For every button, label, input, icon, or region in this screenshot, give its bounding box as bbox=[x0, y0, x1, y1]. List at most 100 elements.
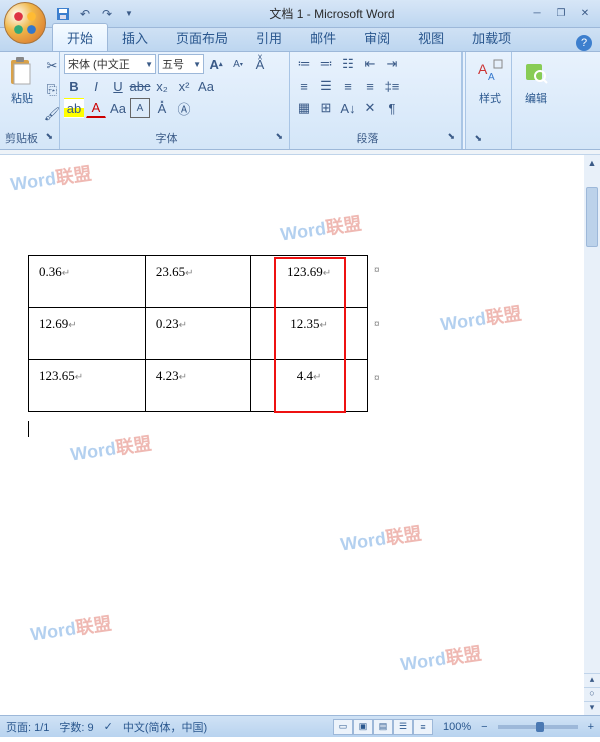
vertical-scrollbar[interactable]: ▲ ▴ ○ ▾ bbox=[584, 155, 600, 715]
zoom-slider[interactable] bbox=[498, 725, 578, 729]
copy-icon[interactable]: ⎘ bbox=[42, 80, 62, 100]
borders-icon[interactable]: ⊞ bbox=[316, 98, 336, 118]
browse-select-icon[interactable]: ○ bbox=[584, 687, 600, 701]
paste-button[interactable]: 粘贴 bbox=[4, 54, 40, 108]
styles-launcher[interactable]: ⬊ bbox=[470, 133, 484, 147]
paragraph-launcher[interactable]: ⬊ bbox=[443, 131, 457, 145]
align-justify-icon[interactable]: ≡ bbox=[360, 76, 380, 96]
scroll-up-icon[interactable]: ▲ bbox=[584, 155, 600, 171]
status-words[interactable]: 字数: 9 bbox=[59, 719, 93, 735]
minimize-button[interactable]: ─ bbox=[526, 6, 548, 22]
superscript-icon[interactable]: x² bbox=[174, 76, 194, 96]
fullscreen-icon[interactable]: ▣ bbox=[353, 719, 373, 735]
font-color-icon[interactable]: A bbox=[86, 98, 106, 118]
save-icon[interactable] bbox=[54, 5, 72, 23]
font-size-combo[interactable]: 五号▼ bbox=[158, 54, 204, 74]
redo-icon[interactable]: ↷ bbox=[98, 5, 116, 23]
outline-icon[interactable]: ☰ bbox=[393, 719, 413, 735]
shrink-font-icon[interactable]: A▾ bbox=[228, 54, 248, 74]
tab-page-layout[interactable]: 页面布局 bbox=[162, 24, 242, 51]
table-cell[interactable]: 0.23↵ bbox=[145, 308, 250, 360]
cut-icon[interactable]: ✂ bbox=[42, 56, 62, 76]
group-editing: 编辑 bbox=[512, 52, 556, 149]
tab-home[interactable]: 开始 bbox=[52, 23, 108, 51]
show-marks-icon[interactable]: ¶ bbox=[382, 98, 402, 118]
char-shading-icon[interactable]: Aa bbox=[108, 98, 128, 118]
document-table[interactable]: 0.36↵ 23.65↵ 123.69↵ 12.69↵ 0.23↵ 12.35↵… bbox=[28, 255, 368, 412]
format-painter-icon[interactable]: 🖌 bbox=[42, 104, 62, 124]
align-center-icon[interactable]: ☰ bbox=[316, 76, 336, 96]
print-layout-icon[interactable]: ▭ bbox=[333, 719, 353, 735]
group-styles: AA 样式 ⬊ bbox=[466, 52, 512, 149]
draft-icon[interactable]: ≡ bbox=[413, 719, 433, 735]
help-icon[interactable]: ? bbox=[576, 35, 592, 51]
underline-icon[interactable]: U bbox=[108, 76, 128, 96]
table-cell[interactable]: 12.35↵ bbox=[251, 308, 368, 360]
table-row: 0.36↵ 23.65↵ 123.69↵ bbox=[29, 256, 368, 308]
close-button[interactable]: ✕ bbox=[574, 6, 596, 22]
font-name-combo[interactable]: 宋体 (中文正▼ bbox=[64, 54, 156, 74]
document-area[interactable]: Word联盟 Word联盟 Word联盟 Word联盟 Word联盟 Word联… bbox=[0, 155, 600, 715]
align-left-icon[interactable]: ≡ bbox=[294, 76, 314, 96]
table-cell[interactable]: 23.65↵ bbox=[145, 256, 250, 308]
phonetic-icon[interactable]: A̽ bbox=[152, 98, 172, 118]
group-clipboard: 粘贴 ✂ ⎘ 🖌 剪贴板⬊ bbox=[0, 52, 60, 149]
tab-insert[interactable]: 插入 bbox=[108, 24, 162, 51]
highlight-icon[interactable]: ab bbox=[64, 98, 84, 118]
italic-icon[interactable]: I bbox=[86, 76, 106, 96]
multilevel-icon[interactable]: ☷ bbox=[338, 54, 358, 74]
view-buttons: ▭ ▣ ▤ ☰ ≡ bbox=[333, 719, 433, 735]
char-border-icon[interactable]: A bbox=[130, 98, 150, 118]
zoom-out-icon[interactable]: − bbox=[481, 721, 487, 733]
table-row: 12.69↵ 0.23↵ 12.35↵ bbox=[29, 308, 368, 360]
ribbon-tabs: 开始 插入 页面布局 引用 邮件 审阅 视图 加载项 ? bbox=[0, 28, 600, 52]
clear-format-icon[interactable]: Aͯ bbox=[250, 54, 270, 74]
bullets-icon[interactable]: ≔ bbox=[294, 54, 314, 74]
table-cell[interactable]: 4.23↵ bbox=[145, 360, 250, 412]
group-paragraph: ≔ ≕ ☷ ⇤ ⇥ ≡ ☰ ≡ ≡ ‡≡ ▦ ⊞ A↓ ✕ bbox=[290, 52, 462, 149]
indent-increase-icon[interactable]: ⇥ bbox=[382, 54, 402, 74]
qat-dropdown-icon[interactable]: ▼ bbox=[120, 5, 138, 23]
table-cell[interactable]: 4.4↵ bbox=[251, 360, 368, 412]
styles-button[interactable]: AA 样式 bbox=[470, 54, 510, 108]
status-language[interactable]: 中文(简体，中国) bbox=[123, 719, 207, 735]
next-page-icon[interactable]: ▾ bbox=[584, 701, 600, 715]
font-launcher[interactable]: ⬊ bbox=[271, 131, 285, 145]
bold-icon[interactable]: B bbox=[64, 76, 84, 96]
status-page[interactable]: 页面: 1/1 bbox=[6, 719, 49, 735]
table-cell[interactable]: 123.69↵ bbox=[251, 256, 368, 308]
restore-button[interactable]: ❐ bbox=[550, 6, 572, 22]
tab-review[interactable]: 审阅 bbox=[350, 24, 404, 51]
browse-object[interactable]: ▴ ○ ▾ bbox=[584, 673, 600, 715]
snap-grid-icon[interactable]: ✕ bbox=[360, 98, 380, 118]
scroll-thumb[interactable] bbox=[586, 187, 598, 247]
undo-icon[interactable]: ↶ bbox=[76, 5, 94, 23]
line-spacing-icon[interactable]: ‡≡ bbox=[382, 76, 402, 96]
clipboard-launcher[interactable]: ⬊ bbox=[41, 131, 55, 145]
editing-button[interactable]: 编辑 bbox=[516, 54, 556, 108]
group-font: 宋体 (中文正▼ 五号▼ A▴ A▾ Aͯ B I U abc x₂ x² Aa… bbox=[60, 52, 290, 149]
indent-decrease-icon[interactable]: ⇤ bbox=[360, 54, 380, 74]
sort-icon[interactable]: A↓ bbox=[338, 98, 358, 118]
table-cell[interactable]: 0.36↵ bbox=[29, 256, 146, 308]
office-button[interactable] bbox=[4, 2, 46, 44]
zoom-in-icon[interactable]: + bbox=[588, 721, 594, 733]
tab-references[interactable]: 引用 bbox=[242, 24, 296, 51]
subscript-icon[interactable]: x₂ bbox=[152, 76, 172, 96]
align-right-icon[interactable]: ≡ bbox=[338, 76, 358, 96]
status-proof-icon[interactable]: ✓ bbox=[104, 720, 113, 733]
enclose-icon[interactable]: Ⓐ bbox=[174, 98, 194, 118]
numbering-icon[interactable]: ≕ bbox=[316, 54, 336, 74]
zoom-level[interactable]: 100% bbox=[443, 721, 471, 733]
grow-font-icon[interactable]: A▴ bbox=[206, 54, 226, 74]
change-case-icon[interactable]: Aa bbox=[196, 76, 216, 96]
tab-mailings[interactable]: 邮件 bbox=[296, 24, 350, 51]
strike-icon[interactable]: abc bbox=[130, 76, 150, 96]
table-cell[interactable]: 123.65↵ bbox=[29, 360, 146, 412]
tab-view[interactable]: 视图 bbox=[404, 24, 458, 51]
tab-addins[interactable]: 加载项 bbox=[458, 24, 525, 51]
web-layout-icon[interactable]: ▤ bbox=[373, 719, 393, 735]
table-cell[interactable]: 12.69↵ bbox=[29, 308, 146, 360]
shading-icon[interactable]: ▦ bbox=[294, 98, 314, 118]
prev-page-icon[interactable]: ▴ bbox=[584, 673, 600, 687]
